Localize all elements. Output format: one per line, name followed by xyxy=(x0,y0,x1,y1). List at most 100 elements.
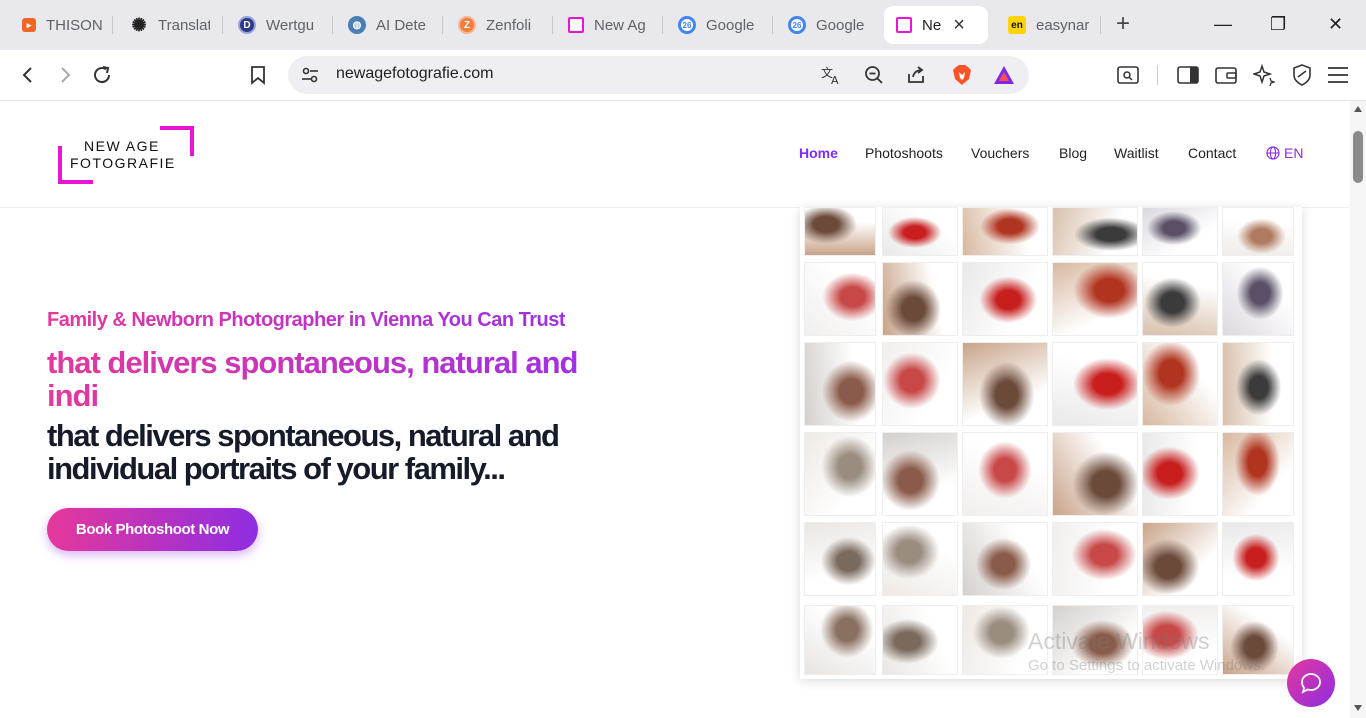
new-age-logo-icon xyxy=(568,17,584,33)
tab-separator xyxy=(772,16,773,34)
collage-photo xyxy=(1052,432,1138,516)
url-text[interactable]: newagefotografie.com xyxy=(336,65,493,83)
collage-photo xyxy=(1052,207,1138,256)
globe-icon xyxy=(1266,146,1280,160)
new-age-logo-icon xyxy=(896,17,912,33)
nav-home[interactable]: Home xyxy=(799,145,838,161)
collage-photo xyxy=(962,522,1048,596)
hero-typed-line: that delivers spontaneous, natural and i… xyxy=(47,346,627,412)
shield-icon xyxy=(1293,64,1311,86)
reader-mode-button[interactable] xyxy=(1116,63,1140,87)
openai-icon: ✺ xyxy=(131,14,147,35)
chat-bubble-icon xyxy=(1301,673,1321,694)
collage-photo xyxy=(1052,522,1138,596)
close-window-button[interactable]: ✕ xyxy=(1328,12,1343,36)
thison-favicon-icon: ▸ xyxy=(22,18,36,32)
new-tab-button[interactable]: + xyxy=(1116,12,1130,36)
collage-photo xyxy=(962,207,1048,256)
brave-shields-icon[interactable] xyxy=(950,63,974,87)
tab-easynar[interactable]: en easynar xyxy=(1008,6,1092,44)
d-logo-icon: D xyxy=(238,16,256,34)
site-settings-icon[interactable] xyxy=(298,63,322,87)
collage-photo xyxy=(1222,262,1294,336)
nav-contact[interactable]: Contact xyxy=(1188,145,1236,161)
collage-photo xyxy=(1142,432,1218,516)
collage-photo xyxy=(1142,342,1218,426)
collage-photo xyxy=(1222,522,1294,596)
collage-photo xyxy=(882,522,958,596)
browser-toolbar: newagefotografie.com 文A xyxy=(0,50,1366,101)
web-page: NEW AGE FOTOGRAFIE Home Photoshoots Vouc… xyxy=(0,101,1350,718)
tab-zenfolio[interactable]: Z Zenfoli xyxy=(458,6,540,44)
zoom-out-icon[interactable] xyxy=(862,63,886,87)
page-scrollbar[interactable] xyxy=(1350,101,1366,718)
address-bar[interactable]: newagefotografie.com 文A xyxy=(288,56,1029,94)
scroll-up-arrow-icon[interactable] xyxy=(1354,106,1362,112)
menu-button[interactable] xyxy=(1326,63,1350,87)
zenfolio-icon: Z xyxy=(458,16,476,34)
chat-widget-button[interactable] xyxy=(1287,659,1335,707)
tab-google-1[interactable]: 26 Google xyxy=(678,6,760,44)
site-header: NEW AGE FOTOGRAFIE Home Photoshoots Vouc… xyxy=(0,101,1350,208)
logo-bracket-top-right xyxy=(160,126,194,156)
tab-new-age-active[interactable]: Ne × xyxy=(884,6,988,44)
collage-photo xyxy=(882,342,958,426)
vpn-button[interactable] xyxy=(1290,63,1314,87)
collage-photo xyxy=(1222,207,1294,256)
tab-translate[interactable]: ✺ Translat xyxy=(130,6,210,44)
tab-separator xyxy=(332,16,333,34)
tab-separator xyxy=(222,16,223,34)
book-photoshoot-button[interactable]: Book Photoshoot Now xyxy=(47,508,258,551)
back-button[interactable] xyxy=(16,63,40,87)
wallet-button[interactable] xyxy=(1214,63,1238,87)
site-logo[interactable]: NEW AGE FOTOGRAFIE xyxy=(58,126,194,184)
collage-photo xyxy=(962,342,1048,426)
tab-google-2[interactable]: 26 Google xyxy=(788,6,870,44)
minimize-button[interactable]: — xyxy=(1214,12,1232,36)
brave-rewards-icon[interactable] xyxy=(992,63,1016,87)
collage-photo xyxy=(804,605,876,675)
scroll-down-arrow-icon[interactable] xyxy=(1354,705,1362,711)
close-tab-icon[interactable]: × xyxy=(953,15,965,35)
sidebar-button[interactable] xyxy=(1176,63,1200,87)
restore-button[interactable]: ❐ xyxy=(1270,12,1286,36)
collage-photo xyxy=(1142,207,1218,256)
tab-ai-detector[interactable]: ◍ AI Dete xyxy=(348,6,430,44)
scrollbar-thumb[interactable] xyxy=(1353,131,1363,183)
nav-photoshoots[interactable]: Photoshoots xyxy=(865,145,943,161)
reader-icon xyxy=(1117,66,1139,84)
nav-blog[interactable]: Blog xyxy=(1059,145,1087,161)
tab-thison[interactable]: ▸ THISON xyxy=(22,6,102,44)
hero-headline: that delivers spontaneous, natural and i… xyxy=(47,418,560,486)
back-arrow-icon xyxy=(22,67,32,83)
leo-ai-button[interactable] xyxy=(1252,63,1276,87)
reload-button[interactable] xyxy=(90,63,114,87)
collage-photo xyxy=(804,522,876,596)
tab-wertgu[interactable]: D Wertgu xyxy=(238,6,320,44)
collage-photo xyxy=(1052,262,1138,336)
collage-photo xyxy=(1142,522,1218,596)
language-selector[interactable]: EN xyxy=(1266,145,1303,161)
reload-icon xyxy=(94,66,111,84)
collage-photo xyxy=(804,432,876,516)
toolbar-divider xyxy=(1157,65,1158,85)
forward-arrow-icon xyxy=(61,67,71,83)
collage-photo xyxy=(882,605,958,675)
nav-vouchers[interactable]: Vouchers xyxy=(971,145,1029,161)
wallet-icon xyxy=(1215,67,1237,84)
collage-photo xyxy=(882,262,958,336)
google-calendar-icon: 26 xyxy=(788,16,806,34)
sidebar-icon xyxy=(1177,66,1199,84)
bookmark-button[interactable] xyxy=(246,63,270,87)
share-icon[interactable] xyxy=(904,63,928,87)
collage-photo xyxy=(882,207,958,256)
en-logo-icon: en xyxy=(1008,16,1026,34)
svg-text:A: A xyxy=(831,74,839,85)
nav-waitlist[interactable]: Waitlist xyxy=(1114,145,1159,161)
tab-new-age[interactable]: New Ag xyxy=(568,6,650,44)
tab-separator xyxy=(1100,16,1101,34)
tab-separator xyxy=(442,16,443,34)
collage-photo xyxy=(1052,342,1138,426)
translate-icon[interactable]: 文A xyxy=(820,63,844,87)
forward-button[interactable] xyxy=(53,63,77,87)
